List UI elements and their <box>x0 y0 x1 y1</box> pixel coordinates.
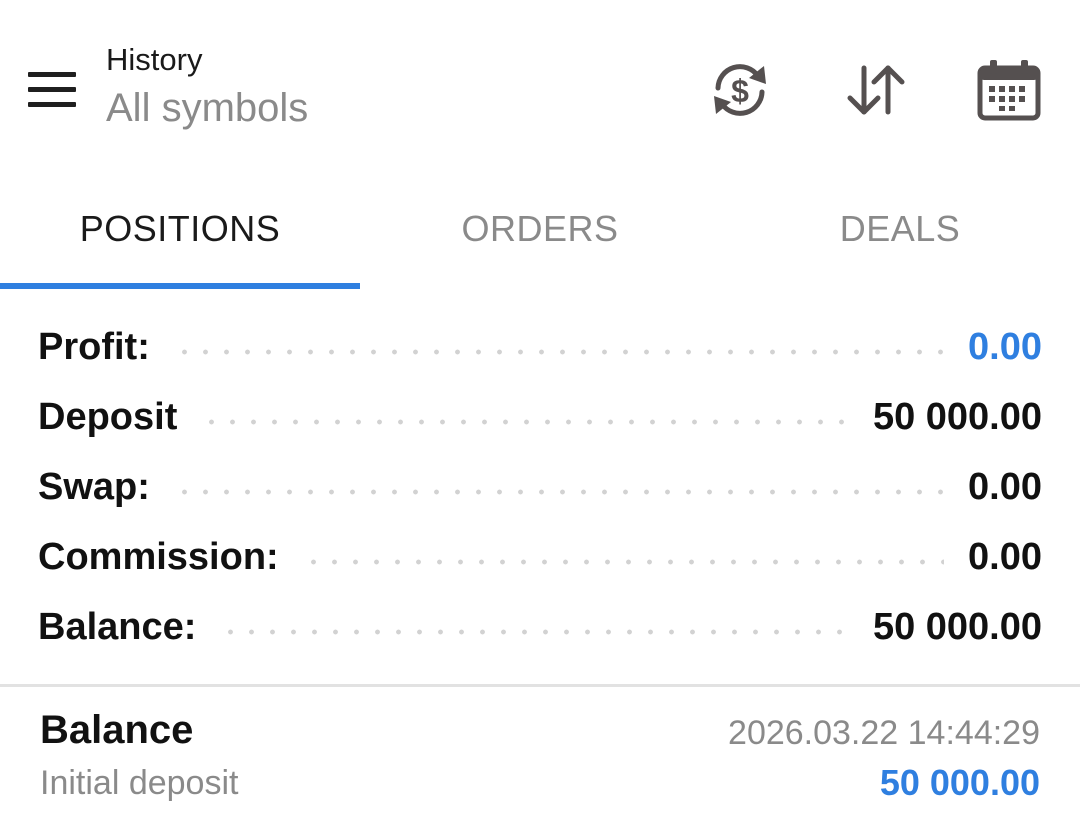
deal-type: Balance <box>40 708 194 752</box>
balance-value: 50 000.00 <box>872 605 1042 648</box>
dotted-leader <box>201 419 849 425</box>
symbol-filter-subtitle[interactable]: All symbols <box>106 82 308 134</box>
profit-row: Profit: 0.00 <box>38 312 1042 382</box>
hamburger-menu-icon[interactable] <box>28 72 76 108</box>
deposit-value: 50 000.00 <box>872 395 1042 438</box>
deposit-row: Deposit 50 000.00 <box>38 382 1042 452</box>
sort-arrows-icon[interactable] <box>844 58 908 122</box>
dotted-leader <box>173 489 945 495</box>
section-divider <box>0 684 1080 687</box>
page-title: History <box>106 42 203 77</box>
balance-row: Balance: 50 000.00 <box>38 592 1042 662</box>
swap-label: Swap: <box>38 465 150 508</box>
deal-amount: 50 000.00 <box>879 762 1040 803</box>
deal-list-item[interactable]: Balance 2026.03.22 14:44:29 Initial depo… <box>0 688 1080 822</box>
dotted-leader <box>173 349 945 355</box>
commission-row: Commission: 0.00 <box>38 522 1042 592</box>
commission-label: Commission: <box>38 535 279 578</box>
profit-label: Profit: <box>38 325 150 368</box>
tab-positions[interactable]: POSITIONS <box>0 180 360 280</box>
dotted-leader <box>302 559 945 565</box>
tab-orders[interactable]: ORDERS <box>360 180 720 280</box>
balance-label: Balance: <box>38 605 197 648</box>
deal-timestamp: 2026.03.22 14:44:29 <box>728 714 1040 752</box>
svg-text:$: $ <box>731 73 749 109</box>
profit-value: 0.00 <box>968 325 1042 368</box>
swap-value: 0.00 <box>968 465 1042 508</box>
swap-row: Swap: 0.00 <box>38 452 1042 522</box>
commission-value: 0.00 <box>968 535 1042 578</box>
deposit-label: Deposit <box>38 395 178 438</box>
title-block[interactable]: History All symbols <box>106 40 308 134</box>
deal-comment: Initial deposit <box>40 764 239 802</box>
history-tabs: POSITIONS ORDERS DEALS <box>0 180 1080 290</box>
calendar-icon[interactable] <box>976 58 1041 122</box>
app-header: History All symbols $ <box>0 0 1080 180</box>
active-tab-indicator <box>0 283 360 289</box>
currency-exchange-icon[interactable]: $ <box>708 58 772 122</box>
dotted-leader <box>220 629 849 635</box>
tab-deals[interactable]: DEALS <box>720 180 1080 280</box>
